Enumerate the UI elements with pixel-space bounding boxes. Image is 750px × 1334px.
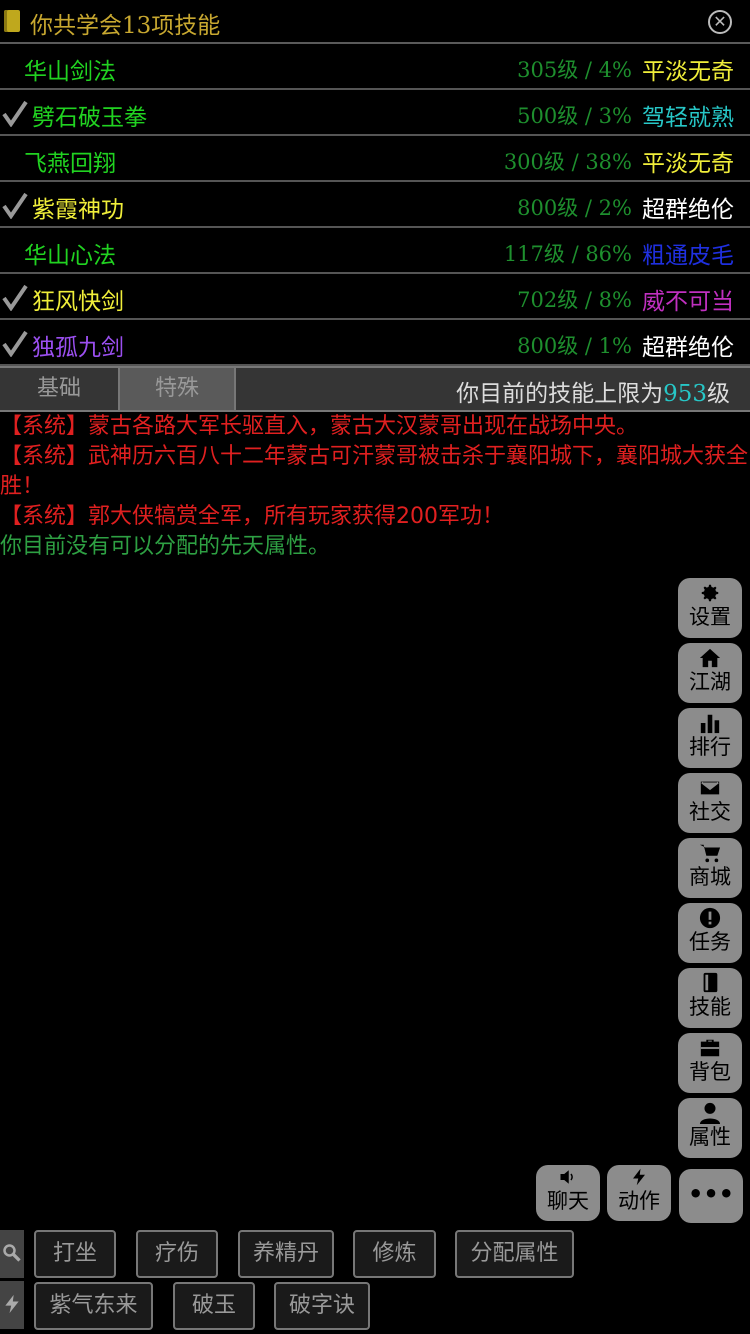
bag-button[interactable]: 背包 [678, 1033, 742, 1093]
skill-list: 华山剑法 305级 / 4% 平淡无奇 劈石破玉拳 500级 / 3% 驾轻就熟… [0, 44, 750, 366]
skill-level: 117级 / 86% [503, 242, 632, 266]
skill-row[interactable]: 华山心法 117级 / 86% 粗通皮毛 [0, 228, 750, 274]
skill-grade: 粗通皮毛 [642, 243, 734, 269]
skill-row[interactable]: 飞燕回翔 300级 / 38% 平淡无奇 [0, 136, 750, 182]
settings-button[interactable]: 设置 [678, 578, 742, 638]
skill-grade: 超群绝伦 [642, 197, 734, 223]
skills-button[interactable]: 技能 [678, 968, 742, 1028]
skill-name: 华山心法 [24, 243, 116, 269]
bar-chart-icon [700, 714, 720, 734]
skill-level: 800级 / 2% [517, 196, 632, 220]
chat-button[interactable]: 聊天 [536, 1165, 600, 1221]
skill-row[interactable]: 紫霞神功 800级 / 2% 超群绝伦 [0, 182, 750, 228]
skill-level: 305级 / 4% [517, 58, 632, 82]
action-pozijue-button[interactable]: 破字诀 [274, 1282, 370, 1330]
lightning-icon [5, 1294, 19, 1314]
skill-grade: 超群绝伦 [642, 335, 734, 361]
attributes-label: 属性 [689, 1125, 731, 1149]
check-icon [2, 330, 28, 357]
skill-row[interactable]: 独孤九剑 800级 / 1% 超群绝伦 [0, 320, 750, 366]
quick-action-toggle[interactable] [0, 1281, 24, 1329]
search-icon [3, 1244, 21, 1262]
skill-row[interactable]: 狂风快剑 702级 / 8% 威不可当 [0, 274, 750, 320]
action-practice-button[interactable]: 修炼 [353, 1230, 436, 1278]
skill-grade: 驾轻就熟 [642, 105, 734, 131]
info-message: 你目前没有可以分配的先天属性。 [0, 534, 331, 559]
header-title: 你共学会13项技能 [30, 13, 221, 39]
exclamation-icon [699, 907, 721, 929]
action-button[interactable]: 动作 [607, 1165, 671, 1221]
skill-level: 500级 / 3% [517, 104, 632, 128]
action-meditate-button[interactable]: 打坐 [34, 1230, 116, 1278]
skill-level: 800级 / 1% [517, 334, 632, 358]
user-icon [699, 1102, 721, 1124]
skill-row[interactable]: 劈石破玉拳 500级 / 3% 驾轻就熟 [0, 90, 750, 136]
quest-label: 任务 [689, 930, 731, 954]
skill-name: 狂风快剑 [32, 289, 124, 315]
close-icon[interactable]: ✕ [708, 10, 732, 34]
action-heal-button[interactable]: 疗伤 [136, 1230, 218, 1278]
briefcase-icon [700, 1039, 720, 1057]
system-message: 【系统】蒙古各路大军长驱直入，蒙古大汉蒙哥出现在战场中央。 [0, 414, 639, 439]
gear-icon [701, 584, 719, 602]
skill-name: 劈石破玉拳 [32, 105, 147, 131]
settings-label: 设置 [689, 605, 731, 629]
check-icon [2, 284, 28, 311]
more-button[interactable]: ••• [679, 1169, 743, 1223]
skill-limit-prefix: 你目前的技能上限为 [456, 381, 664, 407]
search-button[interactable] [0, 1230, 24, 1278]
quest-button[interactable]: 任务 [678, 903, 742, 963]
jianghu-button[interactable]: 江湖 [678, 643, 742, 703]
action-poyu-button[interactable]: 破玉 [173, 1282, 255, 1330]
skill-name: 独孤九剑 [32, 335, 124, 361]
cart-icon [699, 844, 721, 863]
skill-grade: 威不可当 [642, 289, 734, 315]
book-icon [4, 10, 20, 32]
envelope-icon [699, 779, 721, 797]
action-assign-attributes-button[interactable]: 分配属性 [455, 1230, 574, 1278]
skill-name: 紫霞神功 [32, 197, 124, 223]
skill-grade: 平淡无奇 [642, 59, 734, 85]
system-message: 【系统】郭大侠犒赏全军，所有玩家获得200军功！ [0, 504, 504, 529]
ranking-button[interactable]: 排行 [678, 708, 742, 768]
action-pill-button[interactable]: 养精丹 [238, 1230, 334, 1278]
skill-level: 702级 / 8% [517, 288, 632, 312]
skill-level: 300级 / 38% [503, 150, 632, 174]
tab-base[interactable]: 基础 [0, 368, 118, 410]
shop-label: 商城 [689, 865, 731, 889]
action-label: 动作 [618, 1189, 660, 1213]
tab-special[interactable]: 特殊 [118, 368, 236, 410]
lightning-icon [633, 1168, 645, 1186]
skill-grade: 平淡无奇 [642, 151, 734, 177]
book-icon [703, 972, 718, 993]
ranking-label: 排行 [689, 735, 731, 759]
skill-name: 飞燕回翔 [24, 151, 116, 177]
check-icon [2, 192, 28, 219]
social-label: 社交 [689, 800, 731, 824]
bag-label: 背包 [689, 1060, 731, 1084]
check-icon [2, 100, 28, 127]
skills-label: 技能 [689, 995, 731, 1019]
skills-header: 你共学会13项技能 ✕ [0, 0, 750, 44]
skill-limit-value: 953 [663, 381, 707, 407]
speaker-icon [560, 1170, 573, 1184]
chat-label: 聊天 [547, 1189, 589, 1213]
system-message: 【系统】武神历六百八十二年蒙古可汗蒙哥被击杀于襄阳城下，襄阳城大获全胜！ [0, 444, 749, 499]
jianghu-label: 江湖 [689, 670, 731, 694]
skill-limit-suffix: 级 [707, 381, 730, 407]
shop-button[interactable]: 商城 [678, 838, 742, 898]
action-zigi-button[interactable]: 紫气东来 [34, 1282, 153, 1330]
social-button[interactable]: 社交 [678, 773, 742, 833]
skill-tabbar: 基础 特殊 你目前的技能上限为953级 [0, 366, 750, 412]
skill-limit: 你目前的技能上限为953级 [456, 374, 730, 408]
home-icon [699, 648, 721, 668]
message-log: 【系统】蒙古各路大军长驱直入，蒙古大汉蒙哥出现在战场中央。 【系统】武神历六百八… [0, 412, 750, 562]
skill-name: 华山剑法 [24, 59, 116, 85]
skill-row[interactable]: 华山剑法 305级 / 4% 平淡无奇 [0, 44, 750, 90]
attributes-button[interactable]: 属性 [678, 1098, 742, 1158]
